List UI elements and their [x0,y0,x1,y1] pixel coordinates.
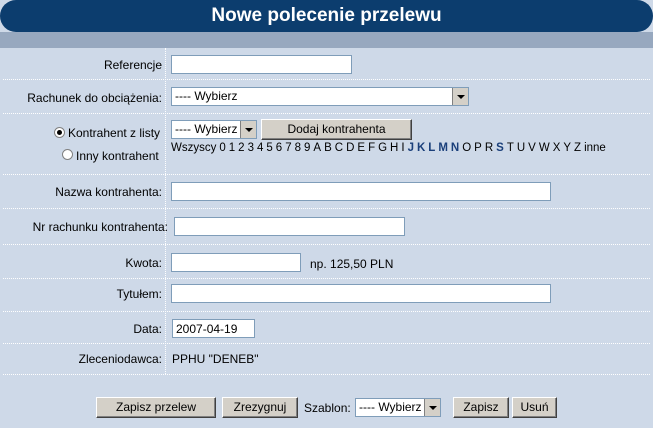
row-separator [3,278,650,279]
row-separator [3,113,650,114]
rachunek-selected: ---- Wybierz [175,89,238,103]
alphabet-filter-wszyscy[interactable]: Wszyscy [171,142,216,154]
alphabet-filter-a[interactable]: A [313,142,321,154]
alphabet-filter-x[interactable]: X [553,142,561,154]
alphabet-filter-r[interactable]: R [485,142,493,154]
kontrahent-select[interactable]: ---- Wybierz [171,120,257,139]
row-separator [3,244,650,245]
alphabet-filter-k[interactable]: K [417,142,425,154]
save-template-button[interactable]: Zapisz [453,397,509,418]
zleceniodawca-value: PPHU "DENEB" [172,352,259,366]
alphabet-filter-o[interactable]: O [462,142,471,154]
szablon-selected: ---- Wybierz [359,400,422,414]
nr-rachunku-label: Nr rachunku kontrahenta: [32,220,168,234]
alphabet-filter-b[interactable]: B [324,142,332,154]
alphabet-filter-6[interactable]: 6 [276,142,282,154]
page-title: Nowe polecenie przelewu [0,0,653,32]
alphabet-filter-n[interactable]: N [451,142,459,154]
kwota-label: Kwota: [125,256,162,270]
alphabet-filter-8[interactable]: 8 [295,142,301,154]
alphabet-filter-v[interactable]: V [528,142,536,154]
alphabet-filter-s[interactable]: S [496,142,504,154]
title-underbar [0,32,653,48]
chevron-down-icon [452,88,468,105]
chevron-down-icon [240,121,256,138]
referencje-input[interactable] [171,55,352,74]
alphabet-filter-7[interactable]: 7 [285,142,291,154]
alphabet-filter-3[interactable]: 3 [248,142,254,154]
row-separator [3,174,650,175]
transfer-form-panel: Nowe polecenie przelewu Referencje Rachu… [0,0,653,428]
save-transfer-button[interactable]: Zapisz przelew [96,397,216,418]
add-contractor-button[interactable]: Dodaj kontrahenta [261,119,412,140]
row-separator [3,343,650,344]
row-separator [3,208,650,209]
rachunek-label: Rachunek do obciążenia: [27,91,162,105]
alphabet-filter-e[interactable]: E [357,142,365,154]
tytul-label: Tytułem: [116,287,162,301]
row-separator [3,374,650,375]
szablon-label: Szablon: [304,401,351,415]
alphabet-filter-j[interactable]: J [408,142,414,154]
alphabet-filter-f[interactable]: F [368,142,375,154]
nazwa-label: Nazwa kontrahenta: [55,185,162,199]
alphabet-filter-i[interactable]: I [401,142,404,154]
szablon-select[interactable]: ---- Wybierz [355,398,441,417]
alphabet-filter-9[interactable]: 9 [304,142,310,154]
alphabet-filter-4[interactable]: 4 [257,142,263,154]
alphabet-filter-z[interactable]: Z [574,142,581,154]
radio-kontrahent-z-listy-label: Kontrahent z listy [68,126,161,140]
alphabet-filter-c[interactable]: C [335,142,343,154]
cancel-button[interactable]: Zrezygnuj [222,397,298,418]
kwota-hint: np. 125,50 PLN [310,257,394,271]
alphabet-filter-g[interactable]: G [378,142,387,154]
date-input[interactable] [172,319,255,338]
column-divider [165,48,166,374]
chevron-down-icon [424,399,440,416]
alphabet-filter-l[interactable]: L [428,142,435,154]
rachunek-select[interactable]: ---- Wybierz [171,87,469,106]
alphabet-filter-y[interactable]: Y [563,142,571,154]
alphabet-filter: Wszyscy 0 1 2 3 4 5 6 7 8 9 A B C D E F G H I J K L M N O P R S T U V W X… [171,141,649,156]
alphabet-filter-0[interactable]: 0 [219,142,225,154]
alphabet-filter-u[interactable]: U [517,142,525,154]
alphabet-filter-m[interactable]: M [438,142,448,154]
alphabet-filter-inne[interactable]: inne [584,142,606,154]
row-separator [3,311,650,312]
alphabet-filter-2[interactable]: 2 [238,142,244,154]
zleceniodawca-label: Zleceniodawca: [78,352,162,366]
radio-kontrahent-z-listy[interactable] [54,127,65,138]
kwota-input[interactable] [171,253,301,272]
alphabet-filter-1[interactable]: 1 [229,142,235,154]
delete-template-button[interactable]: Usuń [512,397,557,418]
radio-inny-kontrahent[interactable] [62,149,73,160]
alphabet-filter-d[interactable]: D [346,142,354,154]
alphabet-filter-t[interactable]: T [507,142,514,154]
alphabet-filter-h[interactable]: H [390,142,398,154]
alphabet-filter-p[interactable]: P [474,142,482,154]
data-label: Data: [133,322,162,336]
nazwa-input[interactable] [171,182,551,201]
radio-inny-kontrahent-label: Inny kontrahent [76,149,159,163]
row-separator [3,79,650,80]
nr-rachunku-input[interactable] [174,217,405,236]
alphabet-filter-w[interactable]: W [539,142,550,154]
referencje-label: Referencje [103,58,162,72]
alphabet-filter-5[interactable]: 5 [266,142,272,154]
tytul-input[interactable] [171,284,551,303]
kontrahent-selected: ---- Wybierz [175,122,238,136]
